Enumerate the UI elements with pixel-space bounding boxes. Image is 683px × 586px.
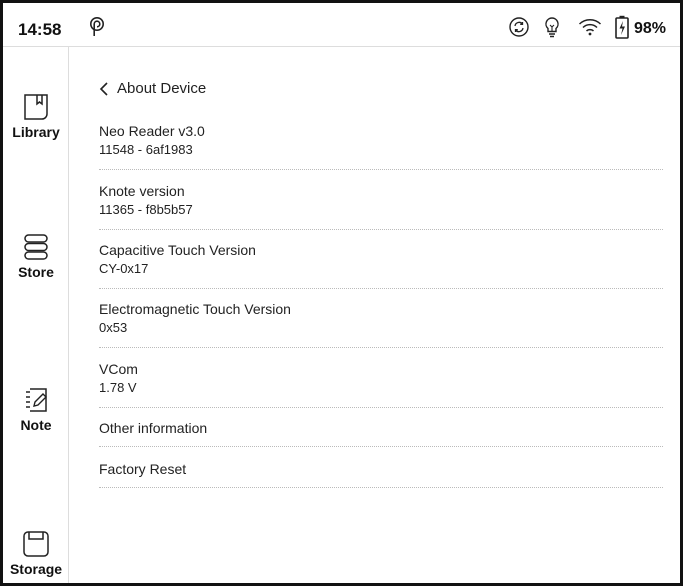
clock: 14:58 (18, 20, 62, 39)
row-title: Knote version (99, 183, 185, 199)
sidebar-item-label: Store (18, 264, 54, 280)
storage-icon (3, 529, 69, 559)
info-row-knote-version: Knote version 11365 - f8b5b57 (99, 182, 663, 230)
lightbulb-icon[interactable] (543, 16, 561, 43)
back-button[interactable]: About Device (99, 80, 206, 97)
row-title: Capacitive Touch Version (99, 242, 256, 258)
info-row-neo-reader: Neo Reader v3.0 11548 - 6af1983 (99, 122, 663, 170)
sidebar-nav: Library Store Note Storage (3, 47, 69, 583)
battery-charging-icon (615, 15, 629, 44)
row-title: Electromagnetic Touch Version (99, 301, 291, 317)
factory-reset-item[interactable]: Factory Reset (99, 460, 663, 488)
store-icon (3, 232, 69, 262)
other-information-item[interactable]: Other information (99, 419, 663, 447)
sidebar-item-label: Library (12, 124, 60, 140)
row-title: Neo Reader v3.0 (99, 123, 205, 139)
wifi-icon[interactable] (578, 18, 602, 41)
push-notification-icon[interactable] (89, 16, 105, 43)
row-title: VCom (99, 361, 138, 377)
sync-icon[interactable] (508, 16, 530, 43)
library-icon (3, 92, 69, 122)
sidebar-item-label: Storage (9, 561, 63, 577)
row-value: 1.78 V (99, 380, 137, 395)
row-value: 0x53 (99, 320, 128, 335)
page-title: About Device (117, 80, 207, 97)
sidebar-item-storage[interactable]: Storage (3, 529, 69, 577)
row-value: CY-0x17 (99, 261, 149, 276)
sidebar-item-label: Note (20, 417, 52, 433)
row-title: Other information (99, 420, 208, 436)
status-bar: 14:58 98% (3, 3, 680, 47)
info-row-electromagnetic-touch: Electromagnetic Touch Version 0x53 (99, 300, 663, 348)
info-row-vcom: VCom 1.78 V (99, 360, 663, 408)
chevron-left-icon (99, 81, 108, 96)
device-screen: 14:58 98% Library Store Note Storage Abo… (0, 0, 683, 586)
note-icon (3, 385, 69, 415)
info-row-capacitive-touch: Capacitive Touch Version CY-0x17 (99, 241, 663, 289)
sidebar-item-note[interactable]: Note (3, 385, 69, 433)
row-value: 11548 - 6af1983 (99, 142, 193, 157)
row-title: Factory Reset (99, 461, 187, 477)
sidebar-item-store[interactable]: Store (3, 232, 69, 280)
battery-percent: 98% (634, 20, 667, 37)
sidebar-item-library[interactable]: Library (3, 92, 69, 140)
row-value: 11365 - f8b5b57 (99, 202, 193, 217)
